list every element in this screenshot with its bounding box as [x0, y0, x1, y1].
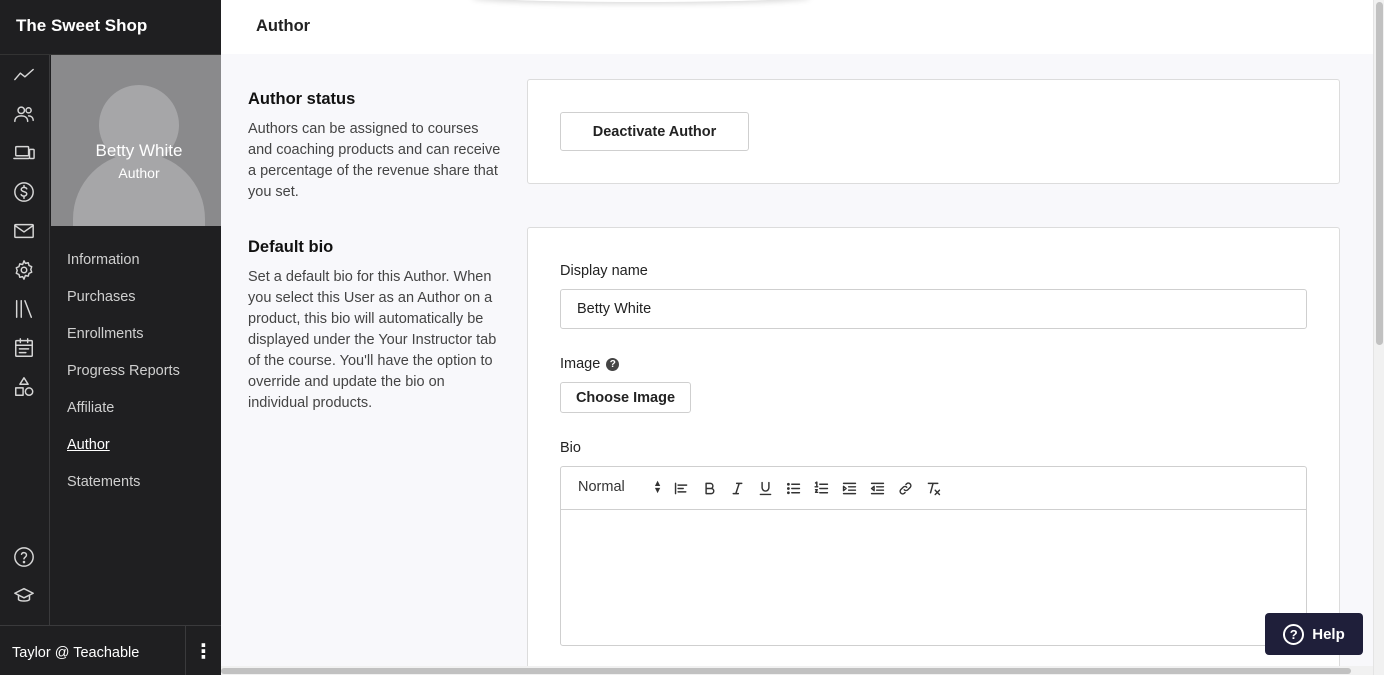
- display-name-field[interactable]: Betty White: [560, 289, 1307, 329]
- choose-image-button[interactable]: Choose Image: [560, 382, 691, 413]
- subnav-item-statements[interactable]: Statements: [67, 474, 140, 490]
- page-header: Author: [221, 0, 1373, 54]
- help-icon: ?: [1283, 623, 1305, 645]
- account-bar: Taylor @ Teachable ⋮: [0, 625, 221, 675]
- format-select[interactable]: Normal ▲ ▼: [578, 478, 662, 496]
- outdent-icon[interactable]: [867, 478, 887, 498]
- image-label-text: Image: [560, 356, 601, 372]
- question-icon[interactable]: ?: [606, 357, 620, 371]
- avatar-body: [73, 153, 205, 226]
- align-left-icon[interactable]: [671, 478, 691, 498]
- bio-textarea[interactable]: [561, 511, 1306, 645]
- profile-role: Author: [118, 165, 160, 181]
- header-shadow: [471, 0, 811, 2]
- bio-editor: Normal ▲ ▼: [560, 466, 1307, 646]
- help-circle-icon[interactable]: [12, 545, 36, 569]
- default-bio-title: Default bio: [248, 238, 334, 256]
- editor-toolbar: Normal ▲ ▼: [561, 467, 1306, 510]
- bio-label: Bio: [560, 440, 581, 456]
- school-name[interactable]: The Sweet Shop: [16, 16, 147, 36]
- horizontal-scrollbar[interactable]: [221, 666, 1373, 675]
- display-name-label: Display name: [560, 263, 648, 279]
- image-label: Image?: [560, 356, 620, 372]
- subnav-item-information[interactable]: Information: [67, 252, 140, 268]
- help-button[interactable]: ? Help: [1265, 613, 1363, 655]
- default-bio-card: Display name Betty White Image? Choose I…: [527, 227, 1340, 675]
- bold-icon[interactable]: [699, 478, 719, 498]
- graduation-cap-icon[interactable]: [12, 584, 36, 608]
- library-icon[interactable]: [12, 297, 36, 321]
- link-icon[interactable]: [895, 478, 915, 498]
- deactivate-author-button[interactable]: Deactivate Author: [560, 112, 749, 151]
- author-status-title: Author status: [248, 90, 356, 108]
- calendar-icon[interactable]: [12, 336, 36, 360]
- more-vertical-icon[interactable]: ⋮: [185, 626, 221, 675]
- author-status-card: Deactivate Author: [527, 79, 1340, 184]
- horizontal-scrollbar-thumb[interactable]: [221, 668, 1351, 674]
- indent-icon[interactable]: [839, 478, 859, 498]
- profile-name: Betty White: [95, 141, 183, 160]
- dollar-icon[interactable]: [12, 180, 36, 204]
- account-name[interactable]: Taylor @ Teachable: [12, 645, 139, 661]
- mail-icon[interactable]: [12, 219, 36, 243]
- analytics-icon[interactable]: [12, 63, 36, 87]
- left-sidebar: The Sweet Shop Betty White Author Inform…: [0, 0, 221, 675]
- ordered-list-icon[interactable]: [811, 478, 831, 498]
- subnav-item-purchases[interactable]: Purchases: [67, 289, 136, 305]
- shapes-icon[interactable]: [12, 375, 36, 399]
- underline-icon[interactable]: [755, 478, 775, 498]
- profile-card: Betty White Author: [51, 55, 221, 226]
- icon-rail: [0, 55, 50, 625]
- default-bio-description: Set a default bio for this Author. When …: [248, 269, 497, 411]
- users-icon[interactable]: [12, 102, 36, 126]
- clear-format-icon[interactable]: [923, 478, 943, 498]
- devices-icon[interactable]: [12, 141, 36, 165]
- format-select-value: Normal: [578, 479, 625, 495]
- page-title: Author: [256, 17, 311, 35]
- settings-icon[interactable]: [12, 258, 36, 282]
- vertical-scrollbar-thumb[interactable]: [1376, 2, 1383, 345]
- italic-icon[interactable]: [727, 478, 747, 498]
- subnav-item-progress-reports[interactable]: Progress Reports: [67, 363, 180, 379]
- subnav-item-affiliate[interactable]: Affiliate: [67, 400, 114, 416]
- author-status-description: Authors can be assigned to courses and c…: [248, 121, 501, 200]
- subnav-item-author[interactable]: Author: [67, 437, 110, 453]
- select-arrows-icon: ▲ ▼: [653, 478, 662, 495]
- subnav-item-enrollments[interactable]: Enrollments: [67, 326, 144, 342]
- bullet-list-icon[interactable]: [783, 478, 803, 498]
- vertical-scrollbar[interactable]: [1373, 0, 1384, 675]
- help-button-label: Help: [1312, 625, 1345, 643]
